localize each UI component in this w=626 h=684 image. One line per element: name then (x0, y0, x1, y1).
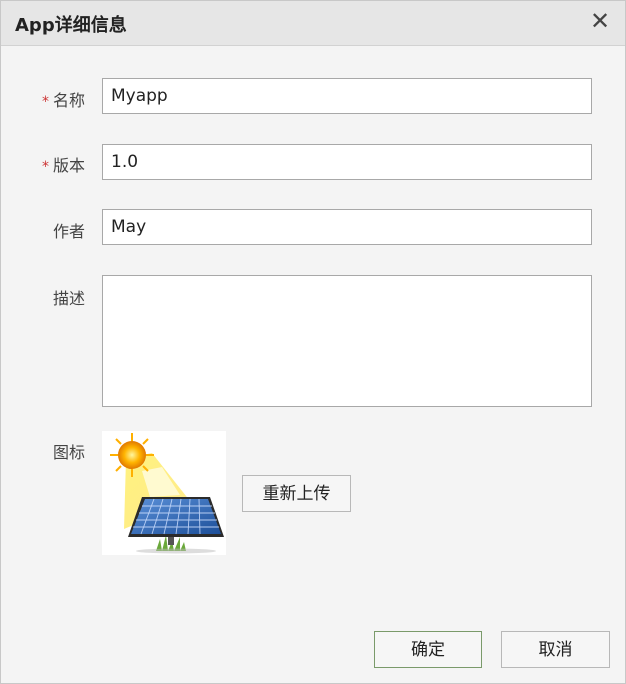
app-details-dialog: App详细信息 ✕ *名称 *版本 作者 描述 图标 (0, 0, 626, 684)
name-input[interactable] (102, 78, 592, 114)
cancel-button[interactable]: 取消 (501, 631, 610, 668)
required-mark: * (41, 94, 49, 110)
dialog-title: App详细信息 (15, 15, 127, 36)
reupload-button[interactable]: 重新上传 (242, 475, 351, 512)
version-input[interactable] (102, 144, 592, 180)
confirm-button[interactable]: 确定 (374, 631, 482, 668)
name-label-row: * 名称 (21, 87, 85, 111)
author-label: 作者 (52, 222, 85, 241)
description-textarea[interactable] (102, 275, 592, 407)
dialog-titlebar: App详细信息 ✕ (1, 1, 625, 46)
description-label: 描述 (52, 289, 85, 308)
name-label: 名称 (52, 91, 85, 110)
solar-panel-sun-icon (110, 433, 224, 554)
close-icon[interactable]: ✕ (587, 7, 613, 35)
author-input[interactable] (102, 209, 592, 245)
app-icon-preview (102, 431, 226, 555)
icon-label: 图标 (52, 443, 85, 462)
required-mark: * (41, 159, 49, 175)
version-label-row: * 版本 (21, 152, 85, 176)
version-label: 版本 (52, 156, 85, 175)
